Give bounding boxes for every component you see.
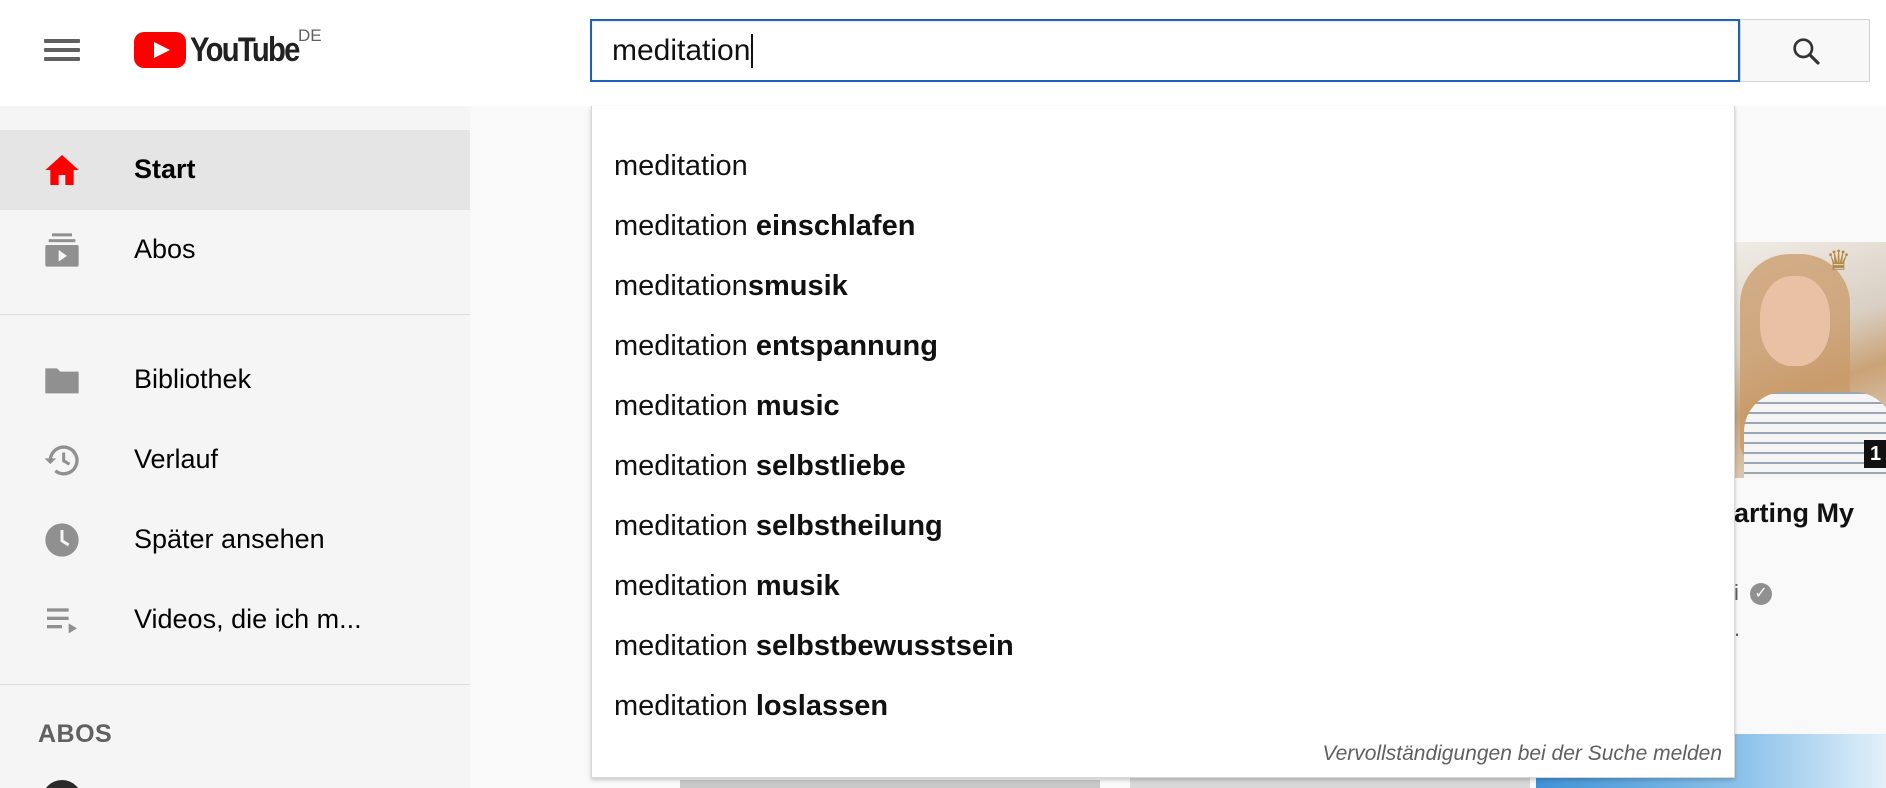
channel-avatar[interactable] [42, 780, 82, 788]
text-caret [751, 34, 754, 68]
suggestion-prefix: meditation [614, 450, 756, 482]
verified-icon: ✓ [1750, 583, 1772, 605]
suggestion-completion: selbstliebe [755, 450, 906, 482]
suggestion-item[interactable]: meditation loslassen [592, 676, 1734, 736]
search-input[interactable]: meditation [612, 30, 1712, 72]
logo-text: YouTube [190, 30, 300, 69]
search-suggestions-dropdown: meditation meditation einschlafen medita… [591, 106, 1735, 778]
youtube-page: YouTube DE meditation Start Abos Bibliot… [0, 0, 1886, 788]
suggestion-completion: smusik [747, 270, 848, 302]
video-thumbnail[interactable] [680, 780, 1100, 788]
suggestion-prefix: meditation [614, 270, 748, 302]
suggestion-item[interactable]: meditation musik [592, 556, 1734, 616]
suggestion-prefix: meditation [614, 690, 756, 722]
sidebar-item-start[interactable]: Start [0, 130, 470, 210]
suggestion-prefix: meditation [614, 210, 756, 242]
video-title[interactable]: arting My [1734, 498, 1854, 529]
thumbnail-face [1760, 276, 1830, 366]
suggestion-item[interactable]: meditationsmusik [592, 256, 1734, 316]
watch-later-icon [45, 523, 79, 557]
youtube-logo[interactable]: YouTube [134, 30, 316, 70]
video-thumbnail[interactable]: ♛ 1 [1734, 242, 1886, 478]
sidebar-item-label: Verlauf [134, 444, 219, 474]
playlist-icon [47, 608, 77, 634]
search-icon [1793, 38, 1820, 65]
suggestion-prefix: meditation [614, 330, 756, 362]
sidebar-item-label: Bibliothek [134, 364, 252, 394]
sidebar-item-verlauf[interactable]: Verlauf [0, 420, 470, 500]
sidebar-item-label: Später ansehen [134, 524, 325, 554]
suggestion-prefix: meditation [614, 510, 756, 542]
play-logo-icon [134, 32, 186, 68]
menu-icon[interactable] [40, 35, 84, 65]
subscriptions-section-title: ABOS [38, 720, 113, 748]
sidebar-item-spaeter-ansehen[interactable]: Später ansehen [0, 500, 470, 580]
suggestion-completion: music [755, 390, 840, 422]
sidebar-item-label: Abos [134, 234, 196, 264]
suggestion-prefix: meditation [614, 390, 756, 422]
suggestion-prefix: meditation [614, 150, 748, 182]
search-button[interactable] [1740, 19, 1870, 82]
sidebar-divider [0, 314, 470, 315]
search-input-text: meditation [612, 34, 751, 67]
history-icon [44, 445, 79, 476]
crown-icon: ♛ [1826, 245, 1852, 276]
suggestion-item[interactable]: meditation [592, 136, 1734, 196]
video-duration: 1 [1864, 440, 1886, 468]
sidebar-item-bibliothek[interactable]: Bibliothek [0, 340, 470, 420]
suggestion-item[interactable]: meditation selbstbewusstsein [592, 616, 1734, 676]
masthead: YouTube DE meditation [0, 0, 1886, 106]
suggestion-completion: selbstbewusstsein [755, 630, 1014, 662]
suggestion-item[interactable]: meditation entspannung [592, 316, 1734, 376]
search-box[interactable]: meditation [590, 19, 1740, 82]
sidebar-item-liked-videos[interactable]: Videos, die ich m... [0, 580, 470, 660]
sidebar-item-abos[interactable]: Abos [0, 210, 470, 290]
suggestion-completion: selbstheilung [755, 510, 943, 542]
suggestion-prefix: meditation [614, 630, 756, 662]
suggestion-completion: loslassen [755, 690, 889, 722]
subscriptions-icon [45, 233, 79, 267]
country-code: DE [298, 26, 322, 45]
home-icon [45, 155, 79, 185]
suggestion-item[interactable]: meditation selbstheilung [592, 496, 1734, 556]
suggestion-item[interactable]: meditation music [592, 376, 1734, 436]
sidebar-divider [0, 684, 470, 685]
sidebar: Start Abos Bibliothek Verlauf Später ans… [0, 106, 470, 788]
suggestion-item[interactable]: meditation selbstliebe [592, 436, 1734, 496]
sidebar-item-label: Start [134, 154, 196, 184]
library-icon [45, 368, 79, 394]
suggestion-item[interactable]: meditation einschlafen [592, 196, 1734, 256]
suggestion-completion: einschlafen [755, 210, 916, 242]
sidebar-item-label: Videos, die ich m... [134, 604, 362, 634]
report-suggestions-link[interactable]: Vervollständigungen bei der Suche melden [1322, 742, 1722, 766]
suggestion-prefix: meditation [614, 570, 756, 602]
suggestion-completion: entspannung [755, 330, 938, 362]
suggestion-completion: musik [755, 570, 840, 602]
